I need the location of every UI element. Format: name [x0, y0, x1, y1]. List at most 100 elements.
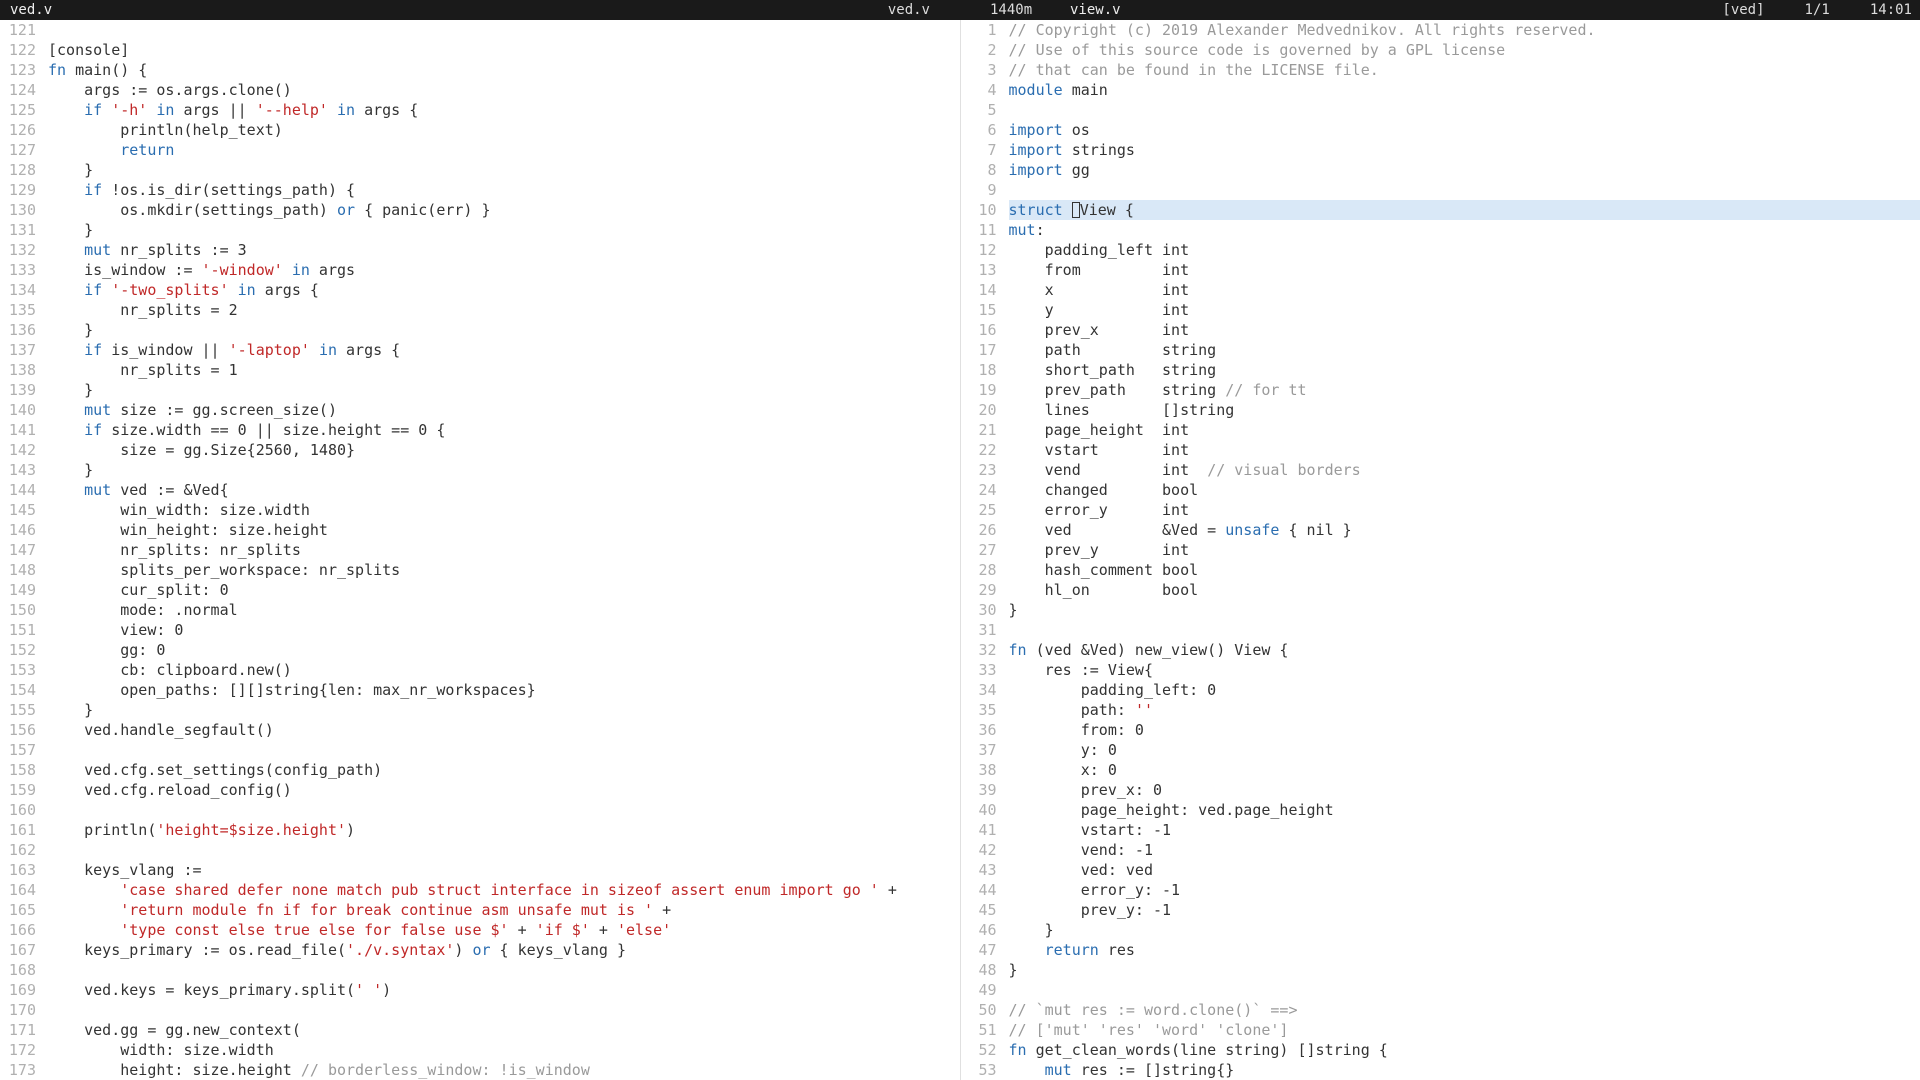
- code-line[interactable]: hash_comment bool: [1009, 560, 1920, 580]
- code-line[interactable]: is_window := '-window' in args: [48, 260, 960, 280]
- code-line[interactable]: struct View {: [1009, 200, 1920, 220]
- code-line[interactable]: win_height: size.height: [48, 520, 960, 540]
- code-line[interactable]: [48, 20, 960, 40]
- code-line[interactable]: [48, 740, 960, 760]
- code-line[interactable]: 'type const else true else for false use…: [48, 920, 960, 940]
- code-line[interactable]: gg: 0: [48, 640, 960, 660]
- tab-left-file[interactable]: ved.v: [0, 0, 62, 20]
- code-line[interactable]: import os: [1009, 120, 1920, 140]
- code-line[interactable]: if !os.is_dir(settings_path) {: [48, 180, 960, 200]
- code-line[interactable]: [1009, 180, 1920, 200]
- code-line[interactable]: vend: -1: [1009, 840, 1920, 860]
- code-line[interactable]: view: 0: [48, 620, 960, 640]
- code-line[interactable]: [1009, 620, 1920, 640]
- code-line[interactable]: 'return module fn if for break continue …: [48, 900, 960, 920]
- code-line[interactable]: [1009, 100, 1920, 120]
- code-line[interactable]: import gg: [1009, 160, 1920, 180]
- code-line[interactable]: mut nr_splits := 3: [48, 240, 960, 260]
- code-line[interactable]: prev_x: 0: [1009, 780, 1920, 800]
- code-line[interactable]: page_height int: [1009, 420, 1920, 440]
- code-line[interactable]: [48, 800, 960, 820]
- code-line[interactable]: keys_vlang :=: [48, 860, 960, 880]
- code-line[interactable]: mut ved := &Ved{: [48, 480, 960, 500]
- code-line[interactable]: x: 0: [1009, 760, 1920, 780]
- code-line[interactable]: fn main() {: [48, 60, 960, 80]
- code-line[interactable]: prev_x int: [1009, 320, 1920, 340]
- code-line[interactable]: nr_splits = 1: [48, 360, 960, 380]
- code-line[interactable]: keys_primary := os.read_file('./v.syntax…: [48, 940, 960, 960]
- code-line[interactable]: }: [1009, 920, 1920, 940]
- code-line[interactable]: if is_window || '-laptop' in args {: [48, 340, 960, 360]
- code-line[interactable]: }: [1009, 600, 1920, 620]
- code-line[interactable]: [48, 840, 960, 860]
- code-line[interactable]: }: [48, 380, 960, 400]
- code-line[interactable]: vend int // visual borders: [1009, 460, 1920, 480]
- code-line[interactable]: module main: [1009, 80, 1920, 100]
- code-line[interactable]: fn get_clean_words(line string) []string…: [1009, 1040, 1920, 1060]
- code-line[interactable]: splits_per_workspace: nr_splits: [48, 560, 960, 580]
- code-line[interactable]: ved: ved: [1009, 860, 1920, 880]
- code-line[interactable]: padding_left: 0: [1009, 680, 1920, 700]
- code-line[interactable]: mode: .normal: [48, 600, 960, 620]
- code-line[interactable]: ved.keys = keys_primary.split(' '): [48, 980, 960, 1000]
- code-line[interactable]: hl_on bool: [1009, 580, 1920, 600]
- code-line[interactable]: if '-h' in args || '--help' in args {: [48, 100, 960, 120]
- code-line[interactable]: ved &Ved = unsafe { nil }: [1009, 520, 1920, 540]
- code-line[interactable]: }: [48, 160, 960, 180]
- code-line[interactable]: y: 0: [1009, 740, 1920, 760]
- code-line[interactable]: }: [48, 700, 960, 720]
- code-line[interactable]: ved.cfg.set_settings(config_path): [48, 760, 960, 780]
- code-line[interactable]: 'case shared defer none match pub struct…: [48, 880, 960, 900]
- code-line[interactable]: prev_y int: [1009, 540, 1920, 560]
- code-line[interactable]: open_paths: [][]string{len: max_nr_works…: [48, 680, 960, 700]
- code-line[interactable]: if size.width == 0 || size.height == 0 {: [48, 420, 960, 440]
- code-line[interactable]: cb: clipboard.new(): [48, 660, 960, 680]
- code-line[interactable]: res := View{: [1009, 660, 1920, 680]
- code-line[interactable]: ved.gg = gg.new_context(: [48, 1020, 960, 1040]
- code-line[interactable]: vstart: -1: [1009, 820, 1920, 840]
- code-line[interactable]: win_width: size.width: [48, 500, 960, 520]
- code-line[interactable]: println('height=$size.height'): [48, 820, 960, 840]
- code-line[interactable]: mut res := []string{}: [1009, 1060, 1920, 1080]
- code-line[interactable]: }: [1009, 960, 1920, 980]
- code-line[interactable]: prev_y: -1: [1009, 900, 1920, 920]
- code-line[interactable]: path string: [1009, 340, 1920, 360]
- code-line[interactable]: path: '': [1009, 700, 1920, 720]
- code-line[interactable]: return: [48, 140, 960, 160]
- code-line[interactable]: return res: [1009, 940, 1920, 960]
- code-line[interactable]: lines []string: [1009, 400, 1920, 420]
- code-line[interactable]: [1009, 980, 1920, 1000]
- code-left[interactable]: [console]fn main() { args := os.args.clo…: [48, 20, 960, 1080]
- code-line[interactable]: }: [48, 320, 960, 340]
- code-line[interactable]: import strings: [1009, 140, 1920, 160]
- code-line[interactable]: // ['mut' 'res' 'word' 'clone']: [1009, 1020, 1920, 1040]
- code-line[interactable]: padding_left int: [1009, 240, 1920, 260]
- code-line[interactable]: height: size.height // borderless_window…: [48, 1060, 960, 1080]
- code-line[interactable]: fn (ved &Ved) new_view() View {: [1009, 640, 1920, 660]
- code-line[interactable]: // `mut res := word.clone()` ==>: [1009, 1000, 1920, 1020]
- code-line[interactable]: [48, 960, 960, 980]
- code-line[interactable]: from int: [1009, 260, 1920, 280]
- code-line[interactable]: ved.cfg.reload_config(): [48, 780, 960, 800]
- code-line[interactable]: width: size.width: [48, 1040, 960, 1060]
- code-line[interactable]: // Copyright (c) 2019 Alexander Medvedni…: [1009, 20, 1920, 40]
- code-line[interactable]: nr_splits = 2: [48, 300, 960, 320]
- tab-right-file[interactable]: view.v: [1060, 0, 1131, 20]
- code-line[interactable]: from: 0: [1009, 720, 1920, 740]
- code-line[interactable]: mut:: [1009, 220, 1920, 240]
- code-line[interactable]: // that can be found in the LICENSE file…: [1009, 60, 1920, 80]
- code-line[interactable]: changed bool: [1009, 480, 1920, 500]
- code-line[interactable]: os.mkdir(settings_path) or { panic(err) …: [48, 200, 960, 220]
- code-line[interactable]: vstart int: [1009, 440, 1920, 460]
- code-line[interactable]: [console]: [48, 40, 960, 60]
- code-line[interactable]: args := os.args.clone(): [48, 80, 960, 100]
- code-line[interactable]: }: [48, 220, 960, 240]
- code-line[interactable]: }: [48, 460, 960, 480]
- code-line[interactable]: ved.handle_segfault(): [48, 720, 960, 740]
- code-line[interactable]: short_path string: [1009, 360, 1920, 380]
- code-line[interactable]: error_y: -1: [1009, 880, 1920, 900]
- code-line[interactable]: prev_path string // for tt: [1009, 380, 1920, 400]
- code-line[interactable]: [48, 1000, 960, 1020]
- code-line[interactable]: x int: [1009, 280, 1920, 300]
- code-line[interactable]: if '-two_splits' in args {: [48, 280, 960, 300]
